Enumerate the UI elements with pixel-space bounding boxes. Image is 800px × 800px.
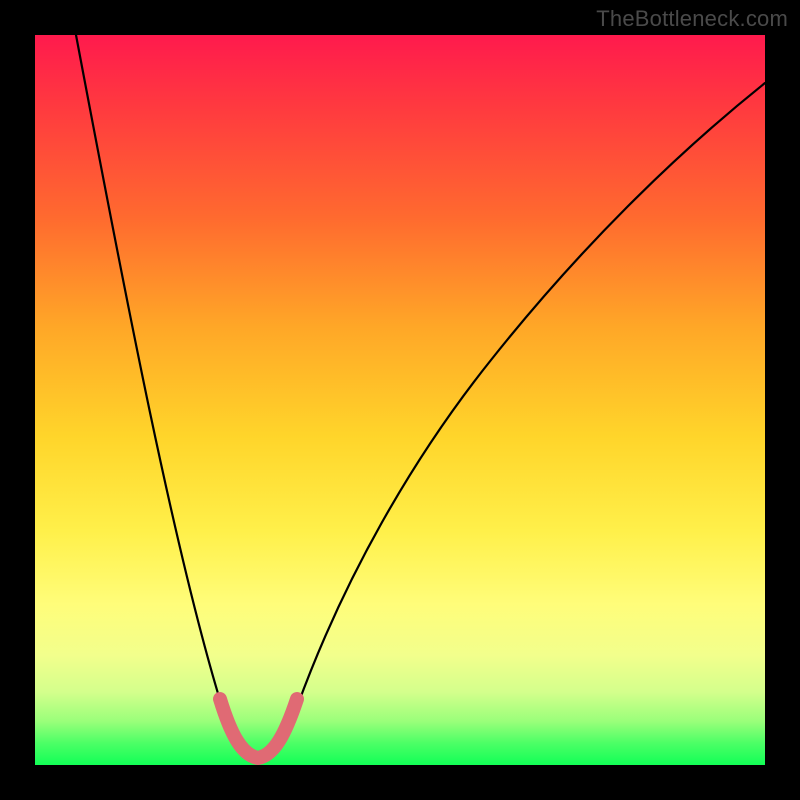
watermark: TheBottleneck.com: [596, 6, 788, 32]
plot-area: [35, 35, 765, 765]
curve-main: [76, 35, 765, 761]
curve-highlight-near-minimum: [220, 699, 297, 758]
chart-frame: TheBottleneck.com: [0, 0, 800, 800]
chart-svg: [35, 35, 765, 765]
